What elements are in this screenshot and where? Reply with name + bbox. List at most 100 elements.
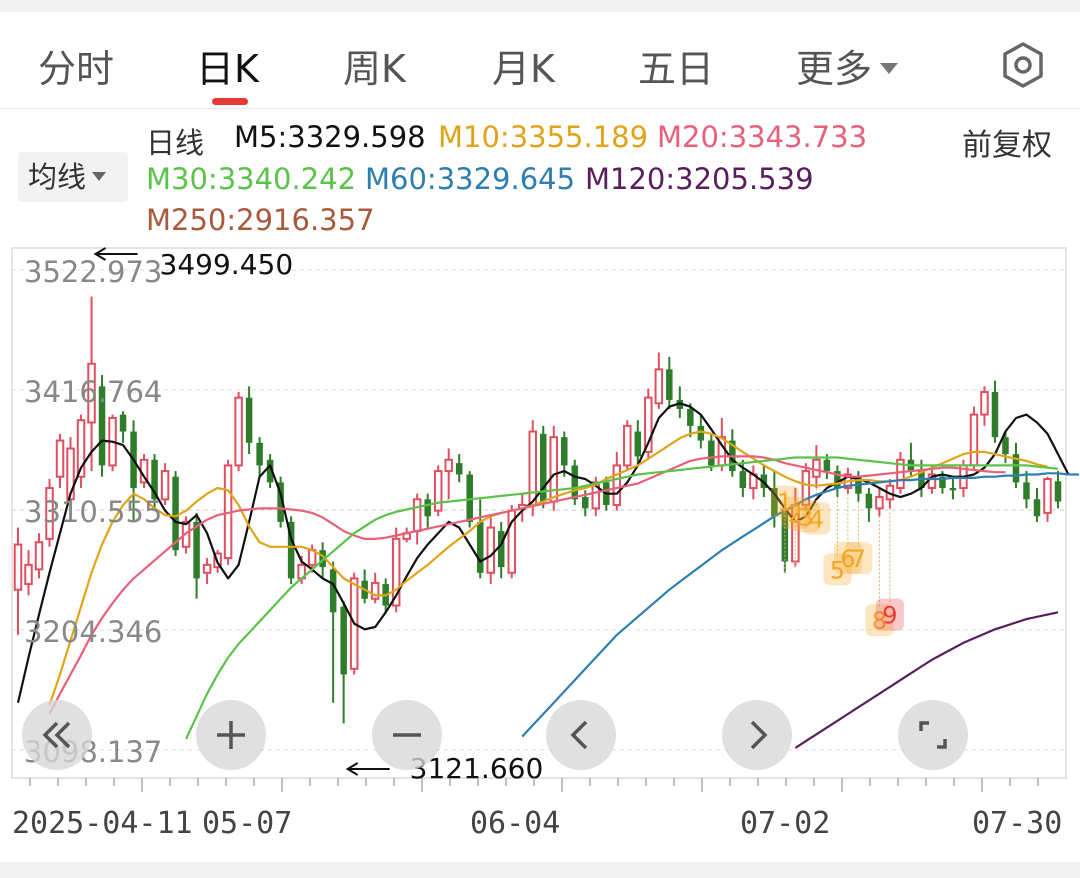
ma-selector-button[interactable]: 均线 [18, 152, 128, 202]
active-tab-indicator [212, 98, 248, 105]
candle-body [969, 413, 979, 467]
candle-body [444, 458, 453, 473]
candle-body [697, 425, 705, 441]
legend-m120: M120:3205.539 [585, 162, 814, 196]
signal-label: 7 [851, 545, 866, 573]
candle-body [739, 471, 747, 489]
ma-line-m20 [48, 455, 1006, 715]
signal-label: 9 [882, 602, 897, 630]
y-tick-label: 3310.555 [24, 495, 162, 529]
next-button[interactable] [722, 700, 792, 770]
legend-m30: M30:3340.242 [146, 162, 357, 196]
candle-body [193, 521, 200, 579]
y-tick-label: 3522.973 [24, 255, 162, 289]
candle-body [1023, 482, 1030, 500]
legend-m60: M60:3329.645 [365, 162, 576, 196]
x-tick-label: 05-07 [202, 806, 292, 840]
x-tick-label: 07-02 [740, 806, 830, 840]
candle-body [256, 442, 263, 466]
legend-m250: M250:2916.357 [146, 203, 375, 237]
candle-body [549, 436, 559, 503]
chevron-left-icon [570, 720, 588, 750]
candle-body [1002, 437, 1009, 455]
candle-body [245, 397, 253, 443]
legend-m20: M20:3343.733 [657, 120, 868, 154]
candle-body [571, 465, 579, 500]
candle-body [708, 440, 715, 466]
candle-body [875, 496, 884, 510]
plot-frame [11, 247, 1067, 779]
zoom-out-button[interactable] [372, 700, 442, 770]
price-adjust-toggle[interactable]: 前复权 [962, 120, 1052, 164]
tab-daily-k[interactable]: 日K [196, 38, 259, 93]
caret-down-icon [92, 172, 107, 181]
candle-body [623, 424, 632, 467]
plus-icon [217, 721, 245, 749]
fullscreen-icon [919, 721, 947, 749]
candle-body [1033, 499, 1041, 517]
tab-more[interactable]: 更多 [796, 38, 899, 93]
ma-selector-label: 均线 [28, 160, 87, 194]
candle-body [486, 526, 495, 574]
candle-body [865, 493, 873, 509]
candle-body [13, 543, 23, 591]
legend-period-label: 日线 [146, 126, 205, 160]
candle-body [476, 521, 484, 573]
candle-body [202, 563, 212, 574]
ma-line-m30 [185, 456, 1059, 740]
bottom-strip [0, 862, 1080, 878]
candle-body [666, 369, 673, 400]
x-tick-label: 06-04 [470, 806, 560, 840]
signal-label: 4 [809, 506, 824, 534]
period-tabs: 分时 日K 周K 月K 五日 更多 [0, 12, 1080, 109]
candle-body [34, 541, 44, 571]
candle-body [1054, 481, 1062, 502]
candle-body [991, 391, 999, 438]
candle-body [823, 459, 831, 472]
candle-body [424, 499, 431, 517]
legend-m10: M10:3355.189 [438, 120, 649, 154]
candle-body [949, 488, 957, 491]
y-tick-label: 3416.764 [24, 375, 162, 409]
prev-button[interactable] [546, 700, 616, 770]
candle-body [582, 497, 589, 509]
candle-body [980, 390, 989, 416]
y-tick-label: 3204.346 [24, 615, 162, 649]
tab-weekly-k[interactable]: 周K [343, 38, 406, 93]
status-bar-strip [0, 0, 1080, 12]
candle-body [455, 463, 463, 475]
candle-body [24, 563, 33, 586]
tab-intraday[interactable]: 分时 [38, 38, 114, 93]
candle-body [497, 530, 505, 568]
candle-body [160, 470, 170, 501]
legend-m5: M5:3329.598 [234, 120, 426, 154]
prev-fast-button[interactable] [22, 700, 92, 770]
tab-more-label: 更多 [796, 47, 873, 91]
candle-body [55, 439, 65, 478]
minus-icon [393, 733, 421, 737]
x-tick-label: 07-30 [972, 806, 1062, 840]
caret-down-icon [880, 63, 899, 74]
candle-body [812, 458, 821, 478]
candle-body [340, 606, 347, 675]
high-price-label: 3499.450 [160, 248, 294, 281]
zoom-in-button[interactable] [196, 700, 266, 770]
tab-five-day[interactable]: 五日 [638, 38, 714, 93]
chevron-right-icon [750, 720, 768, 750]
tab-monthly-k[interactable]: 月K [492, 38, 555, 93]
candle-body [119, 414, 127, 432]
candle-body [1043, 477, 1052, 514]
settings-gear-icon[interactable] [998, 40, 1048, 90]
candle-body [612, 464, 622, 506]
fullscreen-button[interactable] [898, 700, 968, 770]
candle-body [234, 396, 243, 467]
candle-body [329, 569, 337, 613]
candle-body [433, 470, 443, 512]
candle-body [412, 498, 422, 532]
candle-body [528, 430, 537, 506]
candle-body [634, 431, 642, 457]
candle-body [654, 368, 664, 405]
double-chevron-left-icon [42, 721, 71, 749]
x-tick-label: 2025-04-11 [12, 806, 193, 840]
candle-body [561, 437, 568, 466]
